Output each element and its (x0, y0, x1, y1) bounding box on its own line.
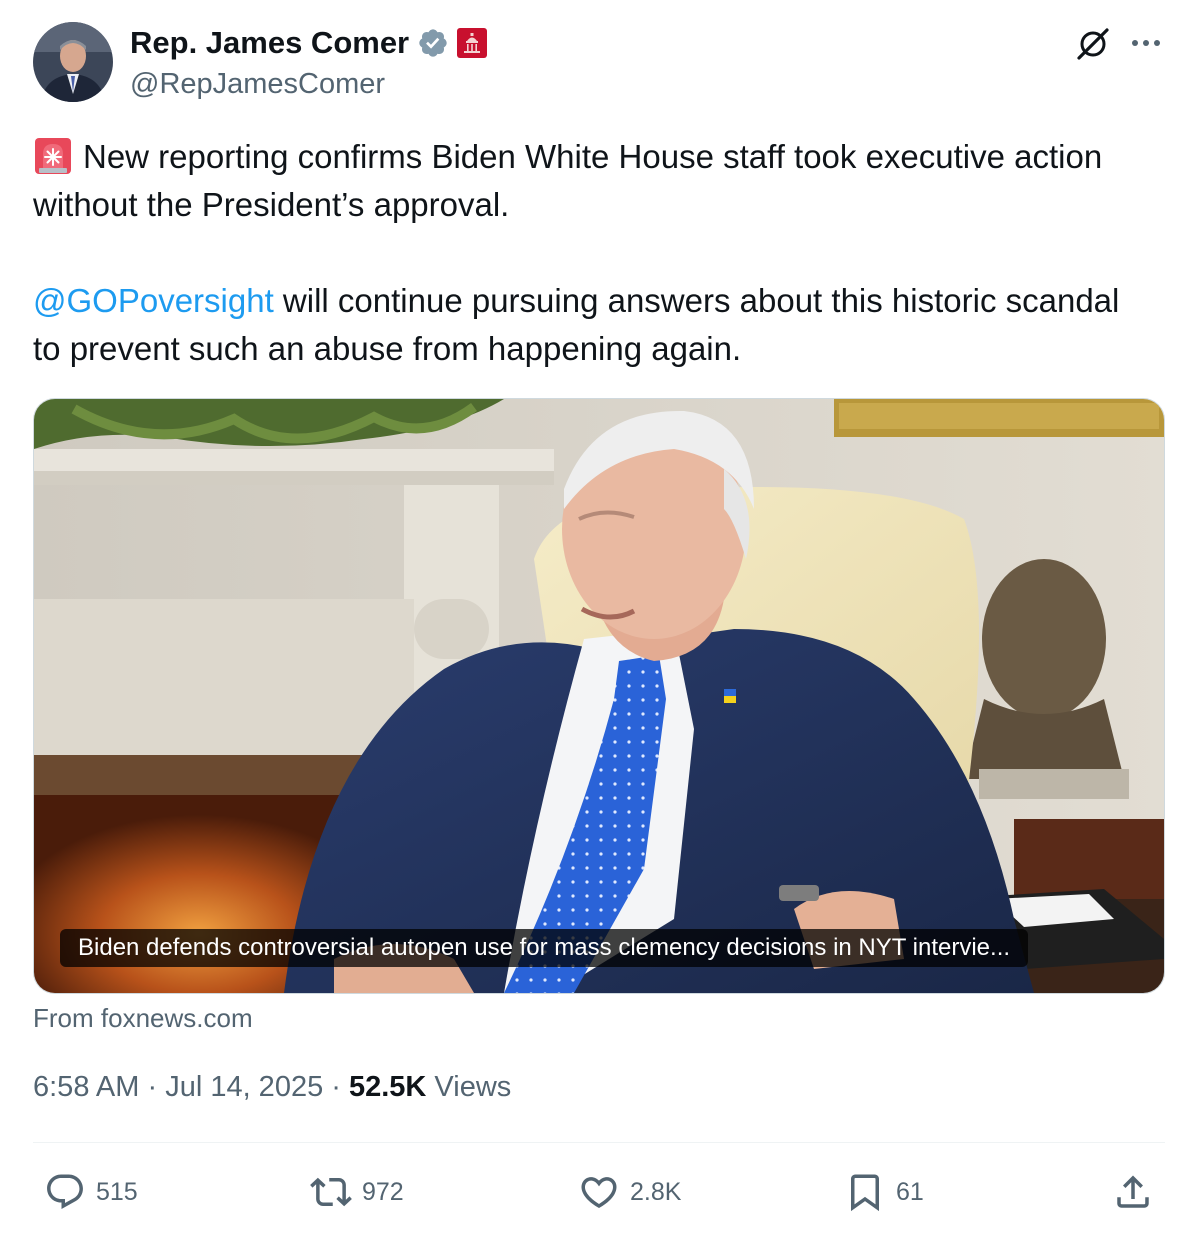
tweet-meta: 6:58 AM · Jul 14, 2025 · 52.5K Views (33, 1068, 511, 1106)
repost-count: 972 (362, 1177, 404, 1206)
tweet-date[interactable]: Jul 14, 2025 (165, 1071, 323, 1103)
verified-badge-icon[interactable] (417, 27, 449, 59)
heart-icon (581, 1177, 617, 1209)
link-card[interactable]: Biden defends controversial autopen use … (33, 398, 1165, 994)
author-handle[interactable]: @RepJamesComer (130, 66, 385, 102)
meta-separator: · (323, 1071, 349, 1103)
repost-button[interactable]: 972 (310, 1168, 404, 1216)
tweet-time[interactable]: 6:58 AM (33, 1071, 139, 1103)
bookmark-button[interactable]: 61 (844, 1168, 924, 1216)
rotating-light-icon (33, 136, 73, 176)
bookmark-count: 61 (896, 1177, 924, 1206)
tweet-paragraph-1-text: New reporting confirms Biden White House… (33, 138, 1103, 223)
grok-icon[interactable] (1073, 26, 1113, 62)
views-count[interactable]: 52.5K (349, 1071, 426, 1103)
action-bar: 515 972 2.8K 61 (0, 1168, 1198, 1216)
author-name[interactable]: Rep. James Comer (130, 24, 409, 62)
reply-count: 515 (96, 1177, 138, 1206)
card-source[interactable]: From foxnews.com (33, 1002, 253, 1034)
views-label: Views (426, 1071, 512, 1103)
reply-button[interactable]: 515 (44, 1168, 138, 1216)
divider (33, 1142, 1165, 1143)
meta-separator: · (139, 1071, 166, 1103)
author-avatar[interactable] (33, 22, 113, 102)
like-count: 2.8K (630, 1177, 682, 1206)
tweet-text: New reporting confirms Biden White House… (33, 133, 1143, 373)
share-icon (1117, 1175, 1149, 1208)
share-button[interactable] (1112, 1168, 1154, 1216)
tweet-paragraph-2: @GOPoversight will continue pursuing ans… (33, 277, 1143, 373)
tweet-paragraph-1: New reporting confirms Biden White House… (33, 133, 1143, 229)
mention-link[interactable]: @GOPoversight (33, 282, 274, 319)
bookmark-icon (851, 1174, 879, 1212)
card-photo (34, 399, 1164, 993)
reply-icon (47, 1174, 83, 1209)
congress-affiliation-icon[interactable] (457, 28, 488, 58)
repost-icon (310, 1177, 352, 1207)
more-options-icon[interactable] (1128, 28, 1164, 58)
like-button[interactable]: 2.8K (578, 1168, 681, 1216)
card-caption: Biden defends controversial autopen use … (60, 929, 1029, 967)
